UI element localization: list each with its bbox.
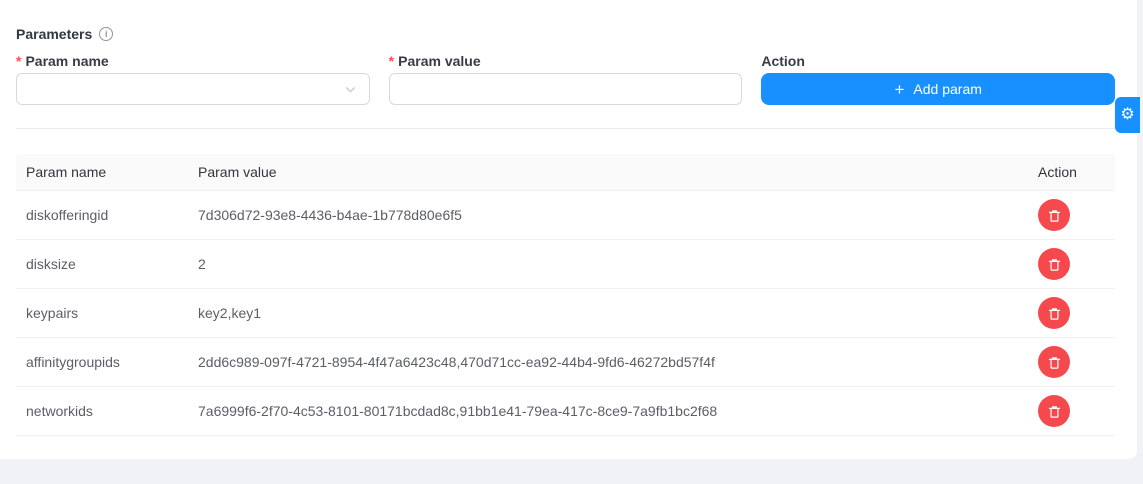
param-name-cell: keypairs (16, 305, 188, 321)
param-value-cell: 7d306d72-93e8-4436-b4ae-1b778d80e6f5 (188, 207, 1028, 223)
required-mark: * (16, 54, 21, 68)
table-row: affinitygroupids 2dd6c989-097f-4721-8954… (16, 338, 1115, 387)
plus-icon: + (894, 81, 904, 98)
action-cell (1028, 297, 1115, 329)
param-name-cell: affinitygroupids (16, 354, 188, 370)
param-value-field-group: * Param value (389, 54, 743, 105)
card-content: Parameters i * Param name * Param value (0, 0, 1137, 436)
param-value-input[interactable] (389, 73, 743, 105)
section-header: Parameters i (16, 0, 1115, 42)
parameters-card: Parameters i * Param name * Param value (0, 0, 1137, 459)
table-row: keypairs key2,key1 (16, 289, 1115, 338)
param-value-label-text: Param value (398, 54, 481, 68)
table-row: networkids 7a6999f6-2f70-4c53-8101-80171… (16, 387, 1115, 436)
column-header-param-name: Param name (16, 164, 188, 180)
action-cell (1028, 248, 1115, 280)
section-divider (16, 128, 1115, 129)
trash-icon (1047, 404, 1062, 419)
trash-icon (1047, 208, 1062, 223)
param-name-cell: networkids (16, 403, 188, 419)
trash-icon (1047, 355, 1062, 370)
action-cell (1028, 395, 1115, 427)
required-mark: * (389, 54, 394, 68)
page-title: Parameters (16, 26, 92, 42)
column-header-param-value: Param value (188, 164, 1028, 180)
delete-param-button[interactable] (1038, 395, 1070, 427)
delete-param-button[interactable] (1038, 346, 1070, 378)
param-name-select[interactable] (16, 73, 370, 105)
info-circle-icon[interactable]: i (99, 27, 113, 41)
table-header-row: Param name Param value Action (16, 154, 1115, 191)
action-cell (1028, 346, 1115, 378)
trash-icon (1047, 306, 1062, 321)
action-field-group: Action + Add param (761, 54, 1115, 105)
param-value-cell: key2,key1 (188, 305, 1028, 321)
table-body: diskofferingid 7d306d72-93e8-4436-b4ae-1… (16, 191, 1115, 436)
delete-param-button[interactable] (1038, 248, 1070, 280)
param-name-cell: disksize (16, 256, 188, 272)
param-value-label: * Param value (389, 54, 743, 68)
param-name-cell: diskofferingid (16, 207, 188, 223)
settings-drawer-handle[interactable]: ⚙ (1115, 97, 1140, 133)
param-value-cell: 2 (188, 256, 1028, 272)
column-header-action: Action (1028, 164, 1115, 180)
table-row: diskofferingid 7d306d72-93e8-4436-b4ae-1… (16, 191, 1115, 240)
add-param-form: * Param name * Param value Actio (16, 54, 1115, 105)
delete-param-button[interactable] (1038, 297, 1070, 329)
param-value-cell: 2dd6c989-097f-4721-8954-4f47a6423c48,470… (188, 354, 1028, 370)
add-param-button-label: Add param (913, 81, 981, 97)
param-value-cell: 7a6999f6-2f70-4c53-8101-80171bcdad8c,91b… (188, 403, 1028, 419)
gear-icon: ⚙ (1120, 107, 1134, 123)
action-label-text: Action (761, 54, 805, 68)
add-param-button[interactable]: + Add param (761, 73, 1115, 105)
param-name-field-group: * Param name (16, 54, 370, 105)
param-name-label: * Param name (16, 54, 370, 68)
chevron-down-icon (344, 83, 357, 96)
action-label: Action (761, 54, 1115, 68)
params-table: Param name Param value Action diskofferi… (16, 154, 1115, 436)
action-cell (1028, 199, 1115, 231)
param-name-label-text: Param name (25, 54, 108, 68)
delete-param-button[interactable] (1038, 199, 1070, 231)
table-row: disksize 2 (16, 240, 1115, 289)
trash-icon (1047, 257, 1062, 272)
